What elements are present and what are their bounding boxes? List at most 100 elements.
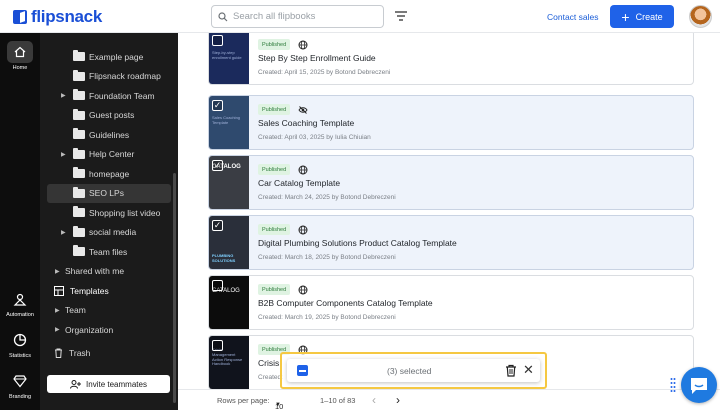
folder-icon — [73, 206, 85, 218]
branding-icon — [7, 370, 33, 392]
folder-item[interactable]: Example page — [40, 47, 178, 67]
folder-label: Foundation Team — [89, 90, 155, 101]
add-user-icon — [70, 379, 82, 389]
chat-button[interactable] — [681, 367, 717, 403]
folder-icon — [73, 128, 85, 140]
chevron-right-icon[interactable]: ▶ — [55, 268, 60, 275]
card-checkbox[interactable] — [212, 280, 223, 291]
folder-item[interactable]: ▶ Foundation Team — [40, 86, 178, 106]
avatar[interactable] — [689, 5, 712, 28]
plus-icon: + — [621, 8, 630, 25]
chevron-right-icon[interactable]: ▶ — [55, 307, 60, 314]
search-icon — [218, 11, 228, 21]
card-title[interactable]: Step By Step Enrollment Guide — [258, 53, 376, 63]
contact-sales-link[interactable]: Contact sales — [547, 12, 599, 22]
trash-item[interactable]: Trash — [40, 344, 178, 364]
flipbook-card[interactable]: PLUMBING SOLUTIONS ✓ Published Digital P… — [208, 215, 694, 270]
folder-item-selected[interactable]: SEO LPs — [47, 183, 171, 203]
selection-toolbar: (3) selected ✕ — [287, 359, 540, 382]
folder-icon — [73, 167, 85, 179]
prev-page-icon[interactable]: ‹ — [372, 393, 376, 407]
team-item[interactable]: ▶ Team — [40, 301, 178, 321]
rail-branding-label: Branding — [8, 394, 32, 400]
card-checkbox[interactable] — [212, 35, 223, 46]
search-input[interactable] — [233, 11, 373, 22]
create-button[interactable]: + Create — [610, 5, 674, 28]
card-checkbox[interactable]: ✓ — [212, 220, 223, 231]
chevron-right-icon[interactable]: ▶ — [61, 151, 66, 158]
home-icon — [7, 41, 33, 63]
rail-home[interactable]: Home — [0, 41, 40, 71]
automation-icon — [7, 288, 33, 310]
card-checkbox[interactable]: ✓ — [212, 160, 223, 171]
sidebar: Example page Flipsnack roadmap ▶ Foundat… — [40, 33, 178, 410]
folder-label: Example page — [89, 51, 144, 62]
folder-item[interactable]: Team files — [40, 242, 178, 262]
organization-item[interactable]: ▶ Organization — [40, 320, 178, 340]
card-title[interactable]: Digital Plumbing Solutions Product Catal… — [258, 238, 457, 248]
folder-item[interactable]: Guest posts — [40, 106, 178, 126]
card-title[interactable]: Sales Coaching Template — [258, 118, 354, 128]
search-box[interactable] — [211, 5, 384, 28]
status-badge: Published — [258, 164, 291, 175]
folder-icon — [73, 225, 85, 237]
folder-label: Guest posts — [89, 110, 135, 121]
statistics-icon — [7, 329, 33, 351]
folder-item[interactable]: ▶ social media — [40, 223, 178, 243]
rail-automation[interactable]: Automation — [0, 288, 40, 318]
rail-statistics-label: Statistics — [8, 353, 31, 359]
shared-with-me-item[interactable]: ▶ Shared with me — [40, 262, 178, 282]
flipbook-card[interactable]: CATALOG Published B2B Computer Component… — [208, 275, 694, 330]
card-title[interactable]: Car Catalog Template — [258, 178, 340, 188]
folder-label: SEO LPs — [89, 188, 124, 199]
chevron-right-icon[interactable]: ▶ — [61, 92, 66, 99]
folder-item[interactable]: homepage — [40, 164, 178, 184]
card-title[interactable]: B2B Computer Components Catalog Template — [258, 298, 433, 308]
sidebar-scrollbar[interactable] — [173, 173, 176, 403]
icon-rail: Home Automation Statistics Branding — [0, 33, 40, 410]
logo-mark-icon — [13, 10, 27, 24]
app-logo[interactable]: flipsnack — [13, 7, 102, 27]
folder-tree: Example page Flipsnack roadmap ▶ Foundat… — [40, 47, 178, 363]
globe-icon — [298, 165, 308, 175]
top-bar: flipsnack Contact sales + Create — [0, 0, 720, 33]
drag-handle-icon[interactable] — [670, 377, 676, 393]
selection-toolbar-highlight: (3) selected ✕ — [280, 352, 547, 389]
deselect-all-checkbox[interactable] — [297, 365, 308, 376]
flipbook-card[interactable]: Step-by-step enrollment guide Published … — [208, 33, 694, 85]
flipbook-card[interactable]: CATALOG ✓ Published Car Catalog Template… — [208, 155, 694, 210]
card-checkbox[interactable] — [212, 340, 223, 351]
rail-automation-label: Automation — [6, 312, 34, 318]
create-label: Create — [635, 11, 663, 22]
card-title[interactable]: Crisis — [258, 358, 279, 368]
chevron-right-icon[interactable]: ▶ — [55, 326, 60, 333]
flipbook-card[interactable]: Sales Coaching Template ✓ Published Sale… — [208, 95, 694, 150]
organization-label: Organization — [65, 324, 114, 335]
folder-item[interactable]: Flipsnack roadmap — [40, 67, 178, 87]
folder-label: social media — [89, 227, 137, 238]
folder-item[interactable]: Shopping list video — [40, 203, 178, 223]
globe-icon — [298, 40, 308, 50]
status-badge: Published — [258, 39, 291, 50]
status-badge: Published — [258, 104, 291, 115]
page-range: 1–10 of 83 — [320, 396, 356, 405]
invite-teammates-button[interactable]: Invite teammates — [47, 375, 170, 393]
rail-home-label: Home — [12, 65, 28, 71]
folder-icon — [73, 147, 85, 159]
card-checkbox[interactable]: ✓ — [212, 100, 223, 111]
templates-label: Templates — [70, 285, 109, 296]
folder-label: Flipsnack roadmap — [89, 71, 161, 82]
chevron-right-icon[interactable]: ▶ — [61, 229, 66, 236]
close-icon[interactable]: ✕ — [523, 363, 534, 376]
folder-item[interactable]: Guidelines — [40, 125, 178, 145]
folder-icon — [73, 108, 85, 120]
folder-item[interactable]: ▶ Help Center — [40, 145, 178, 165]
rail-branding[interactable]: Branding — [0, 370, 40, 400]
templates-item[interactable]: Templates — [40, 281, 178, 301]
rail-statistics[interactable]: Statistics — [0, 329, 40, 359]
card-meta: Created: March 18, 2025 by Botond Debrec… — [258, 254, 396, 261]
filter-icon[interactable] — [394, 10, 408, 22]
next-page-icon[interactable]: › — [396, 393, 400, 407]
delete-icon[interactable] — [505, 364, 517, 377]
globe-icon — [298, 285, 308, 295]
